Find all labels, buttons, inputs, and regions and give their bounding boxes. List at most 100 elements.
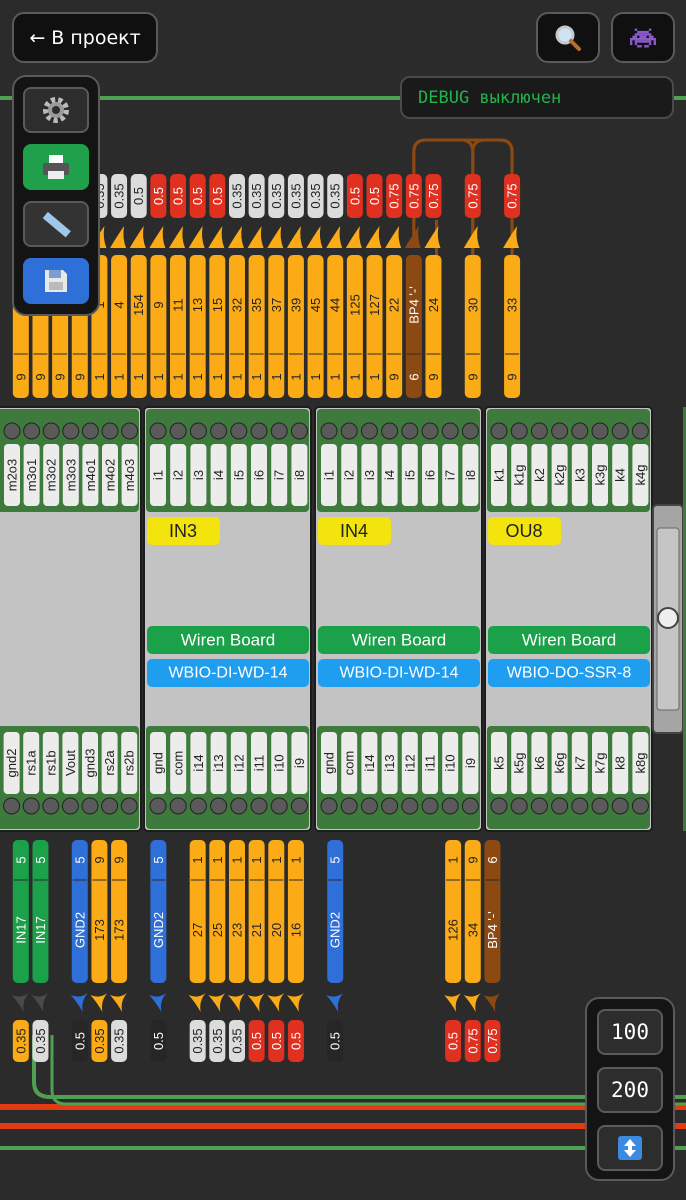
wire-number: IN17: [13, 916, 28, 943]
terminal-label: i6: [252, 470, 267, 480]
wire-end-code: 1: [151, 373, 166, 380]
zoom-200-button[interactable]: 200: [597, 1067, 663, 1113]
zoom-100-button[interactable]: 100: [597, 1009, 663, 1055]
wire-section-label: 0.75: [465, 1028, 480, 1053]
floppy-icon: [45, 270, 67, 292]
wire-number: BP4 '-': [485, 911, 500, 948]
wire-end-code: 9: [426, 373, 441, 380]
ruler-icon: [42, 211, 71, 238]
terminal-label: m3o3: [63, 459, 78, 492]
wire-number: 173: [92, 919, 107, 941]
wiring-diagram-screen: { "toolbar": { "back_label": "← В проект…: [0, 0, 686, 1200]
print-button[interactable]: [23, 144, 89, 190]
terminal-screw: [290, 422, 308, 440]
model-name: WBIO-DO-SSR-8: [507, 665, 632, 682]
terminal-screw: [611, 797, 629, 815]
terminal-screw: [340, 422, 358, 440]
wire-end-code: 1: [288, 856, 303, 863]
terminal-screw: [101, 797, 119, 815]
wire-end-code: 9: [72, 373, 87, 380]
model-name: WBIO-DI-WD-14: [339, 665, 458, 682]
wire-end-code: 1: [269, 856, 284, 863]
terminal-screw: [230, 797, 248, 815]
terminal-label: i2: [171, 470, 186, 480]
wire-section-label: 0.5: [131, 187, 146, 205]
wire-arrow: [483, 993, 501, 1012]
terminal-label: m3o1: [24, 459, 39, 492]
wire-end-code: 5: [13, 856, 28, 863]
toggle-orientation-button[interactable]: [597, 1125, 663, 1171]
wire-number: 24: [426, 298, 441, 312]
terminal-label: i5: [402, 470, 417, 480]
wire-arrow: [267, 993, 285, 1012]
terminal-label: m4o1: [83, 459, 98, 492]
wire-number: 33: [505, 298, 520, 312]
terminal-screw: [189, 797, 207, 815]
terminal-label: rs1a: [24, 750, 39, 776]
terminal-label: i1: [322, 470, 337, 480]
wire-arrow: [90, 993, 108, 1012]
wire-number: 23: [229, 923, 244, 937]
terminal-label: i10: [272, 754, 287, 771]
wire-number: 173: [112, 919, 127, 941]
wire-number: 22: [387, 298, 402, 312]
terminal-label: k6: [532, 756, 547, 770]
wire-section-label: 0.5: [446, 1032, 461, 1050]
terminal-label: k3g: [593, 465, 608, 486]
terminal-label: m4o3: [122, 459, 137, 492]
wire-end-code: 9: [387, 373, 402, 380]
jumper-loop: [412, 138, 475, 380]
wire-number: 44: [328, 298, 343, 312]
wire-end-code: 9: [33, 373, 48, 380]
wire-section-label: 0.75: [426, 183, 441, 208]
debug-toggle-button[interactable]: [611, 12, 675, 63]
wire-section-label: 0.5: [151, 1032, 166, 1050]
terminal-label: gnd2: [4, 749, 19, 778]
terminal-label: gnd: [322, 752, 337, 774]
terminal-label: i12: [231, 754, 246, 771]
wire-end-code: 9: [13, 373, 28, 380]
invader-icon: [630, 28, 656, 47]
terminal-label: com: [171, 751, 186, 776]
measure-button[interactable]: [23, 201, 89, 247]
wire-number: 45: [308, 298, 323, 312]
wire-end-code: 9: [465, 373, 480, 380]
terminal-label: m2o3: [5, 459, 20, 492]
side-toolbar: [12, 75, 100, 316]
terminal-screw: [441, 422, 459, 440]
debug-status: DEBUG выключен: [400, 76, 674, 119]
terminal-label: k3: [572, 468, 587, 482]
terminal-label: rs1b: [43, 750, 58, 775]
wire-arrow: [286, 993, 304, 1012]
terminal-label: i14: [191, 754, 206, 771]
terminal-label: com: [342, 751, 357, 776]
wire-end-code: 1: [269, 373, 284, 380]
wire-arrow: [188, 993, 206, 1012]
back-to-project-button[interactable]: ← В проект: [12, 12, 158, 63]
terminal-screw: [250, 797, 268, 815]
wire-end-code: 1: [131, 373, 146, 380]
brand-name: Wiren Board: [352, 631, 446, 650]
terminal-label: i6: [423, 470, 438, 480]
terminal-screw: [401, 422, 419, 440]
terminal-screw: [61, 797, 79, 815]
vertical-arrows-icon: [618, 1136, 642, 1160]
terminal-label: k2: [532, 468, 547, 482]
terminal-label: k8: [613, 756, 628, 770]
terminal-label: k1: [492, 468, 507, 482]
save-button[interactable]: [23, 258, 89, 304]
terminal-screw: [461, 797, 479, 815]
terminal-label: i13: [211, 754, 226, 771]
terminal-screw: [290, 797, 308, 815]
wire-arrow: [444, 993, 462, 1012]
terminal-label: i10: [443, 754, 458, 771]
terminal-label: i12: [402, 754, 417, 771]
wire-section-label: 0.5: [72, 1032, 87, 1050]
settings-button[interactable]: [23, 87, 89, 133]
wire-arrow: [365, 226, 382, 248]
terminal-screw: [551, 797, 569, 815]
search-button[interactable]: [536, 12, 600, 63]
wire-arrow: [286, 226, 303, 248]
wire-end-code: 1: [210, 373, 225, 380]
wire-end-code: 9: [112, 856, 127, 863]
